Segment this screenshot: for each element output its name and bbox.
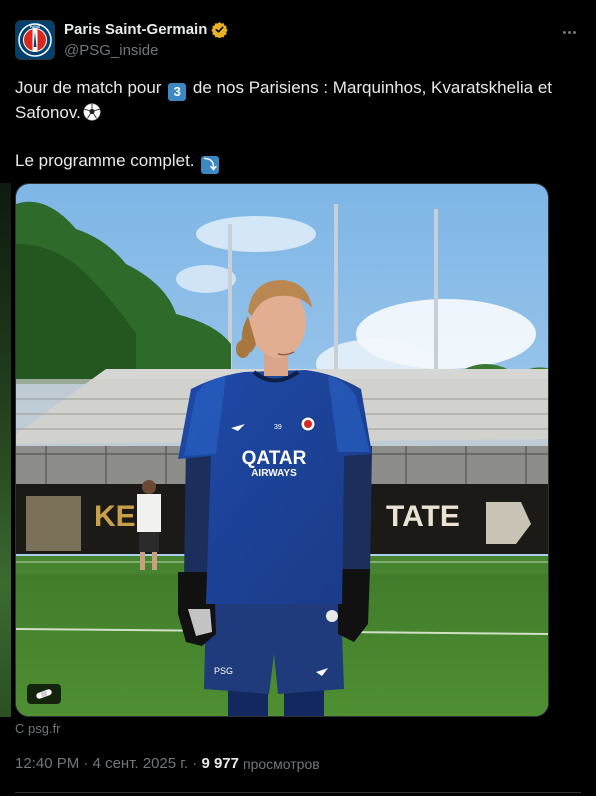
display-name[interactable]: Paris Saint-Germain — [64, 21, 207, 38]
bandage-icon[interactable] — [27, 684, 61, 704]
svg-text:AIRWAYS: AIRWAYS — [251, 468, 297, 479]
soccer-ball-icon — [83, 103, 101, 121]
meta-separator: · — [79, 755, 93, 772]
svg-text:QATAR: QATAR — [242, 448, 307, 469]
divider — [15, 792, 581, 793]
arrow-down-keycap-icon: ⤵ — [201, 156, 220, 174]
svg-text:39: 39 — [274, 424, 282, 431]
svg-text:PSG: PSG — [214, 666, 233, 676]
previous-image-sliver[interactable] — [0, 183, 13, 717]
views-label: просмотров — [242, 755, 320, 772]
verified-badge-icon[interactable] — [211, 21, 229, 38]
tweet-text-line2: Le programme complet. ⤵ — [15, 149, 575, 174]
more-options-icon[interactable] — [558, 22, 580, 42]
svg-text:TATE: TATE — [386, 500, 460, 533]
date[interactable]: 4 сент. 2025 г. — [93, 755, 189, 772]
tweet: PARIS Paris Saint-Germain @PSG_inside Jo… — [0, 0, 596, 796]
svg-text:PARIS: PARIS — [30, 25, 41, 29]
keycap-number-icon: 3 — [168, 83, 187, 101]
avatar[interactable]: PARIS — [15, 20, 55, 60]
timestamp[interactable]: 12:40 PM — [15, 755, 79, 772]
author-name-row[interactable]: Paris Saint-Germain — [64, 21, 229, 38]
handle[interactable]: @PSG_inside — [64, 42, 158, 59]
tweet-text: Jour de match pour 3 de nos Parisiens : … — [15, 76, 575, 174]
meta-separator: · — [188, 755, 202, 772]
views-count: 9 977 — [201, 755, 239, 772]
photo-goalkeeper-training: KEN TATE PSG 39 QATAR AIRWAYS — [16, 184, 548, 716]
tweet-text-line1: Jour de match pour 3 de nos Parisiens : … — [15, 78, 553, 122]
tweet-meta: 12:40 PM · 4 сент. 2025 г. · 9 977 просм… — [15, 755, 320, 772]
tweet-photo[interactable]: KEN TATE PSG 39 QATAR AIRWAYS — [15, 183, 549, 717]
source-attribution[interactable]: С psg.fr — [15, 721, 61, 736]
psg-crest-icon: PARIS — [18, 23, 52, 57]
